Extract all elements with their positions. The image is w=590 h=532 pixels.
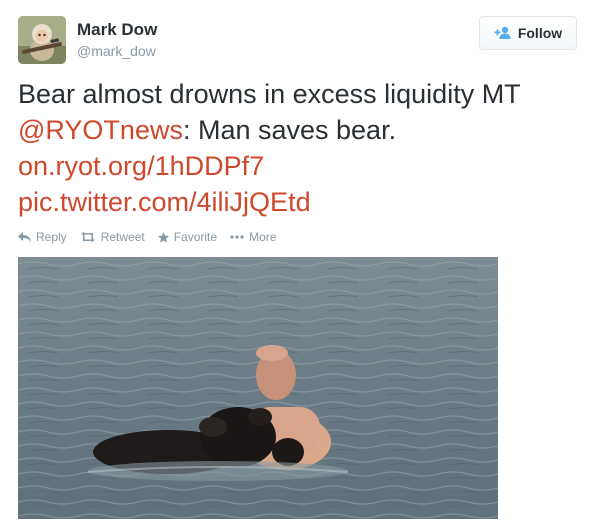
tweet-text: Bear almost drowns in excess liquidity M… bbox=[18, 76, 578, 220]
more-label: More bbox=[249, 230, 277, 244]
star-icon bbox=[157, 231, 169, 243]
pic-link[interactable]: pic.twitter.com/4iliJjQEtd bbox=[18, 187, 311, 217]
reply-button[interactable]: Reply bbox=[18, 230, 67, 244]
follow-label: Follow bbox=[517, 25, 563, 41]
favorite-label: Favorite bbox=[173, 230, 218, 244]
favorite-button[interactable]: Favorite bbox=[157, 230, 218, 244]
more-button[interactable]: More bbox=[230, 230, 276, 244]
retweet-label: Retweet bbox=[100, 230, 145, 244]
retweet-icon bbox=[80, 232, 96, 242]
tweet-photo[interactable] bbox=[18, 257, 498, 519]
avatar[interactable] bbox=[18, 16, 66, 64]
reply-label: Reply bbox=[36, 230, 67, 244]
retweet-button[interactable]: Retweet bbox=[80, 230, 145, 244]
add-user-icon bbox=[494, 26, 512, 40]
bear-rescue-image bbox=[18, 257, 498, 519]
mention-link[interactable]: @RYOTnews bbox=[18, 115, 183, 145]
tweet-line-2-rest: : Man saves bear. bbox=[182, 115, 397, 145]
reply-icon bbox=[18, 232, 31, 242]
url-link[interactable]: on.ryot.org/1hDDPf7 bbox=[18, 151, 264, 181]
user-name[interactable]: Mark Dow bbox=[77, 20, 157, 40]
user-handle[interactable]: @mark_dow bbox=[77, 43, 156, 59]
tweet-line-2: @RYOTnews: Man saves bear. bbox=[18, 112, 578, 148]
tweet-actions: Reply Retweet Favorite More bbox=[18, 230, 276, 244]
follow-button[interactable]: Follow bbox=[479, 16, 577, 50]
more-dots-icon bbox=[230, 235, 244, 239]
avatar-image bbox=[18, 16, 66, 64]
tweet-line-1: Bear almost drowns in excess liquidity M… bbox=[18, 79, 521, 109]
